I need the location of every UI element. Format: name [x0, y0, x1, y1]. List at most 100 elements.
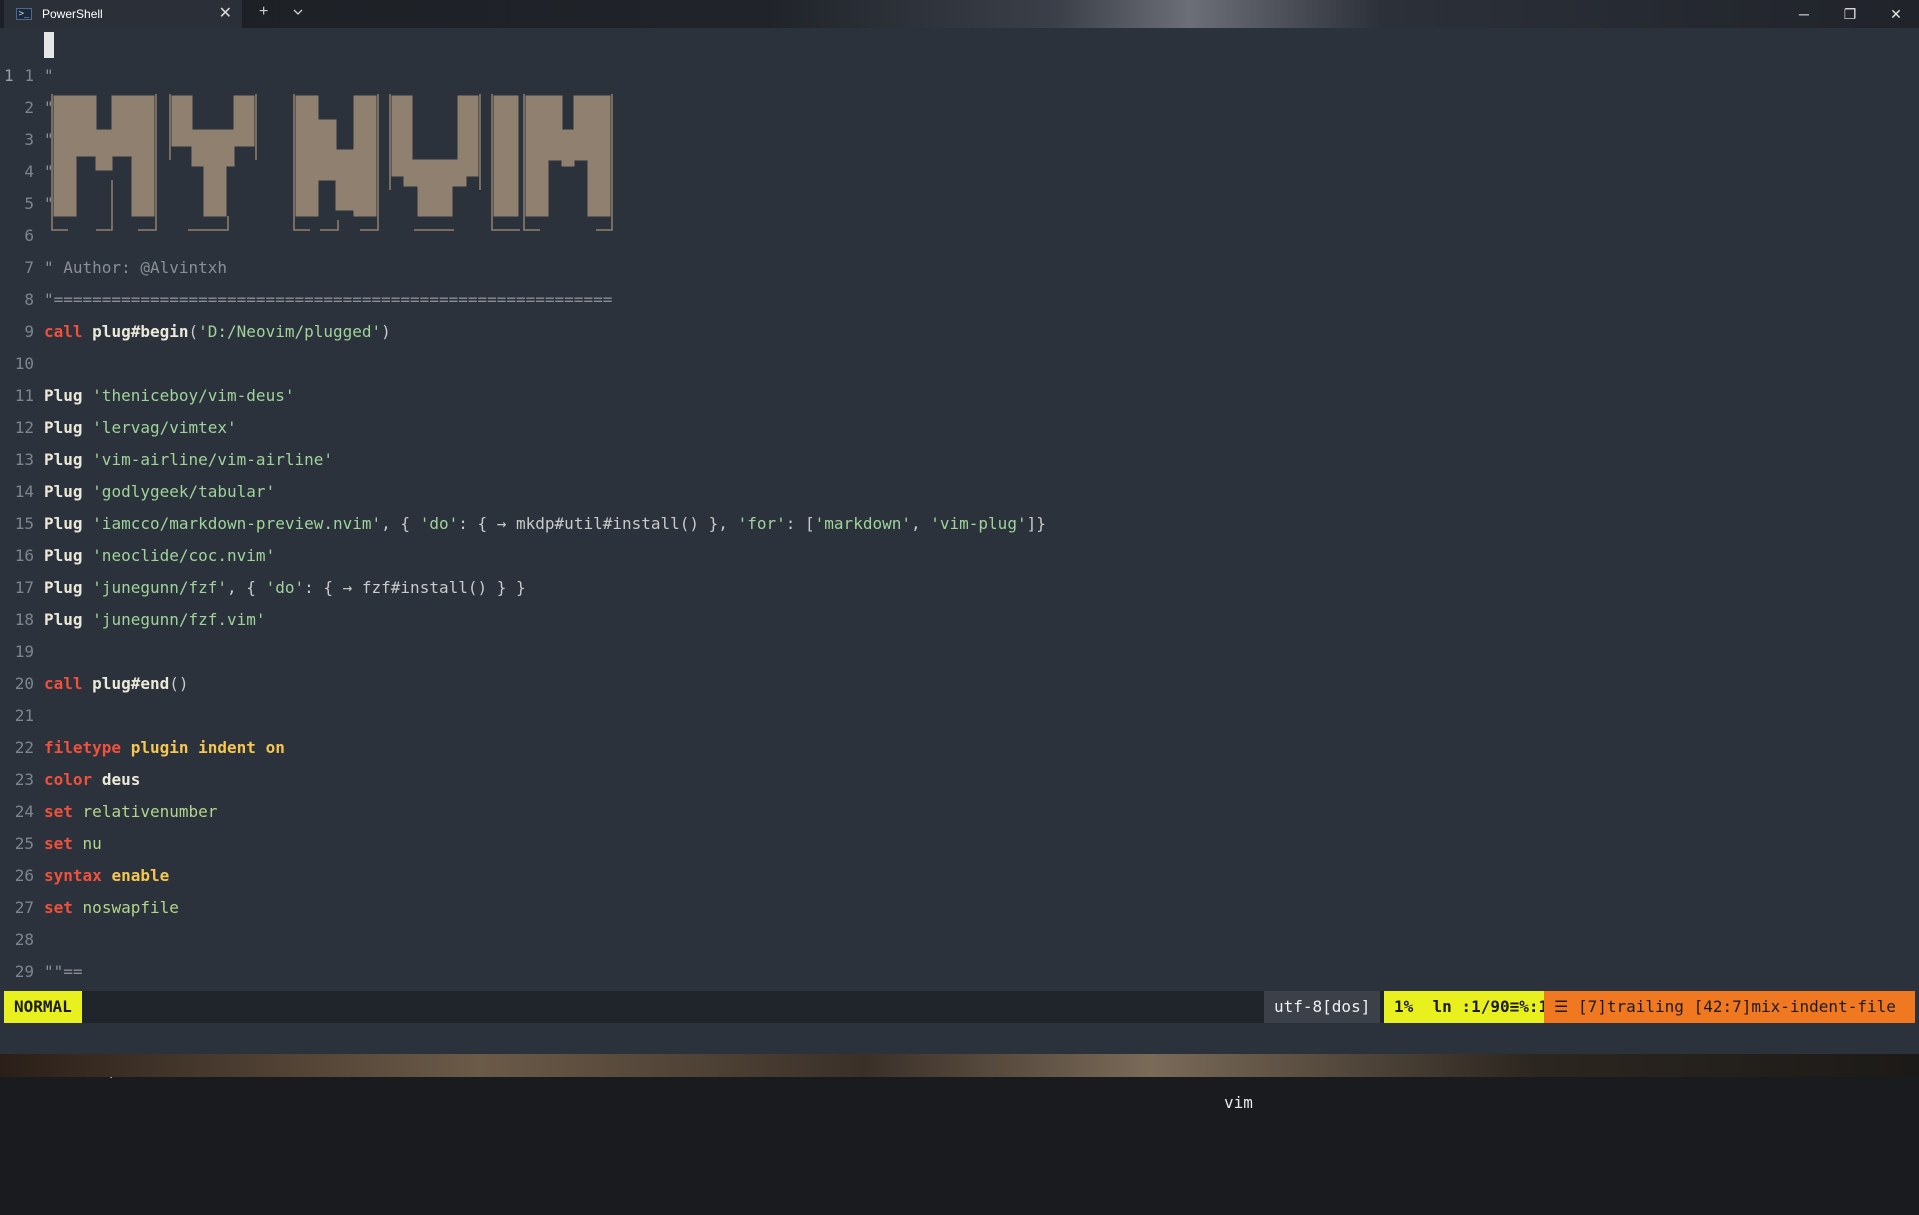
line-number: 23 [14, 770, 34, 789]
code-line: 20 call plug#end() [0, 668, 1919, 700]
code-line: 25 set nu [0, 828, 1919, 860]
line-content: set nu [44, 834, 102, 853]
line-content: color deus [44, 770, 141, 789]
file-type: vim [1224, 1093, 1253, 1112]
line-content: call plug#end() [44, 674, 189, 693]
line-number: 7 [24, 258, 34, 277]
tab-title: PowerShell [42, 7, 103, 21]
code-line: 14 Plug 'godlygeek/tabular' [0, 476, 1919, 508]
desktop-background-strip [0, 1054, 1919, 1077]
line-number: 10 [14, 354, 34, 373]
code-line: 12 Plug 'lervag/vimtex' [0, 412, 1919, 444]
code-line: 21 [0, 700, 1919, 732]
line-content: " Author: @Alvintxh [44, 258, 228, 277]
code-line: 1 " [0, 60, 1919, 92]
line-number: 12 [14, 418, 34, 437]
code-line: 29 ""== [0, 956, 1919, 988]
code-line: 10 [0, 348, 1919, 380]
line-content: ""== [44, 962, 83, 981]
line-number: 25 [14, 834, 34, 853]
line-content: Plug 'iamcco/markdown-preview.nvim', { '… [44, 514, 1046, 533]
line-content: Plug 'godlygeek/tabular' [44, 482, 276, 501]
line-number: 19 [14, 642, 34, 661]
code-line: 19 [0, 636, 1919, 668]
line-content: call plug#begin('D:/Neovim/plugged') [44, 322, 391, 341]
tab-powershell[interactable]: >_ PowerShell ✕ [4, 0, 242, 28]
line-number: 26 [14, 866, 34, 885]
code-line: 4 " [0, 156, 1919, 188]
line-number: 27 [14, 898, 34, 917]
title-bar: >_ PowerShell ✕ + ─ ❐ ✕ [0, 0, 1919, 28]
new-tab-button[interactable]: + [259, 3, 268, 21]
line-number: 20 [14, 674, 34, 693]
line-number: 16 [14, 546, 34, 565]
line-content: " [44, 162, 54, 181]
line-number: 17 [14, 578, 34, 597]
chevron-down-icon[interactable] [292, 4, 304, 20]
line-content: " [44, 194, 54, 213]
code-line: 18 Plug 'junegunn/fzf.vim' [0, 604, 1919, 636]
line-content: set relativenumber [44, 802, 218, 821]
editor-line-top: 1 [0, 28, 1919, 85]
line-content: set noswapfile [44, 898, 179, 917]
line-content: Plug 'junegunn/fzf.vim' [44, 610, 266, 629]
code-line: 7 " Author: @Alvintxh [0, 252, 1919, 284]
line-content: Plug 'lervag/vimtex' [44, 418, 237, 437]
code-line: 5 " [0, 188, 1919, 220]
editor-area[interactable]: 1 1 " 2 " 3 " 4 " 5 " 6 7 " Author: @Alvintxh 8 "=====… [0, 28, 1919, 1054]
line-content: filetype plugin indent on [44, 738, 285, 757]
whitespace-warnings: ☰ [7]trailing [42:7]mix-indent-file [1544, 991, 1915, 1023]
code-line: 2 " [0, 92, 1919, 124]
line-number: 29 [14, 962, 34, 981]
line-number: 5 [24, 194, 34, 213]
code-line: 17 Plug 'junegunn/fzf', { 'do': { → fzf#i… [0, 572, 1919, 604]
text-cursor [44, 32, 54, 58]
powershell-icon: >_ [16, 8, 32, 20]
line-number: 21 [14, 706, 34, 725]
mode-indicator: NORMAL [4, 991, 82, 1023]
line-number: 11 [14, 386, 34, 405]
line-content: Plug 'vim-airline/vim-airline' [44, 450, 333, 469]
line-number: 18 [14, 610, 34, 629]
line-content: " [44, 98, 54, 117]
line-number: 13 [14, 450, 34, 469]
maximize-button[interactable]: ❐ [1827, 0, 1873, 28]
line-number: 2 [24, 98, 34, 117]
line-content: "=======================================… [44, 290, 613, 309]
code-line: 8 "======================================… [0, 284, 1919, 316]
code-line: 9 call plug#begin('D:/Neovim/plugged') [0, 316, 1919, 348]
code-line: 11 Plug 'theniceboy/vim-deus' [0, 380, 1919, 412]
line-number: 4 [24, 162, 34, 181]
line-content: " [44, 130, 54, 149]
tab-close-button[interactable]: ✕ [219, 4, 232, 24]
code-line: 16 Plug 'neoclide/coc.nvim' [0, 540, 1919, 572]
line-content: " [44, 66, 54, 85]
command-line[interactable] [4, 1023, 1915, 1054]
line-number: 22 [14, 738, 34, 757]
line-number: 6 [24, 226, 34, 245]
code-line: 24 set relativenumber [0, 796, 1919, 828]
code-line: 6 [0, 220, 1919, 252]
line-number: 3 [24, 130, 34, 149]
minimize-button[interactable]: ─ [1781, 0, 1827, 28]
code-line: 27 set noswapfile [0, 892, 1919, 924]
line-number: 1 [24, 66, 34, 85]
line-number: 8 [24, 290, 34, 309]
code-line: 13 Plug 'vim-airline/vim-airline' [0, 444, 1919, 476]
code-line: 23 color deus [0, 764, 1919, 796]
close-button[interactable]: ✕ [1873, 0, 1919, 28]
cursor-position: 1% ln :1/90≡%:1 [1384, 991, 1559, 1023]
code-line: 26 syntax enable [0, 860, 1919, 892]
code-line: 15 Plug 'iamcco/markdown-preview.nvim', {… [0, 508, 1919, 540]
line-number: 15 [14, 514, 34, 533]
file-encoding: utf-8[dos] [1264, 991, 1381, 1023]
line-content: Plug 'neoclide/coc.nvim' [44, 546, 276, 565]
line-number: 9 [24, 322, 34, 341]
status-line: NORMAL .\init.vim vim utf-8[dos] 1% ln :… [4, 991, 1915, 1112]
line-content: Plug 'theniceboy/vim-deus' [44, 386, 295, 405]
line-number: 24 [14, 802, 34, 821]
line-content: Plug 'junegunn/fzf', { 'do': { → fzf#ins… [44, 578, 526, 597]
line-number: 28 [14, 930, 34, 949]
code-line: 3 " [0, 124, 1919, 156]
code-line: 22 filetype plugin indent on [0, 732, 1919, 764]
